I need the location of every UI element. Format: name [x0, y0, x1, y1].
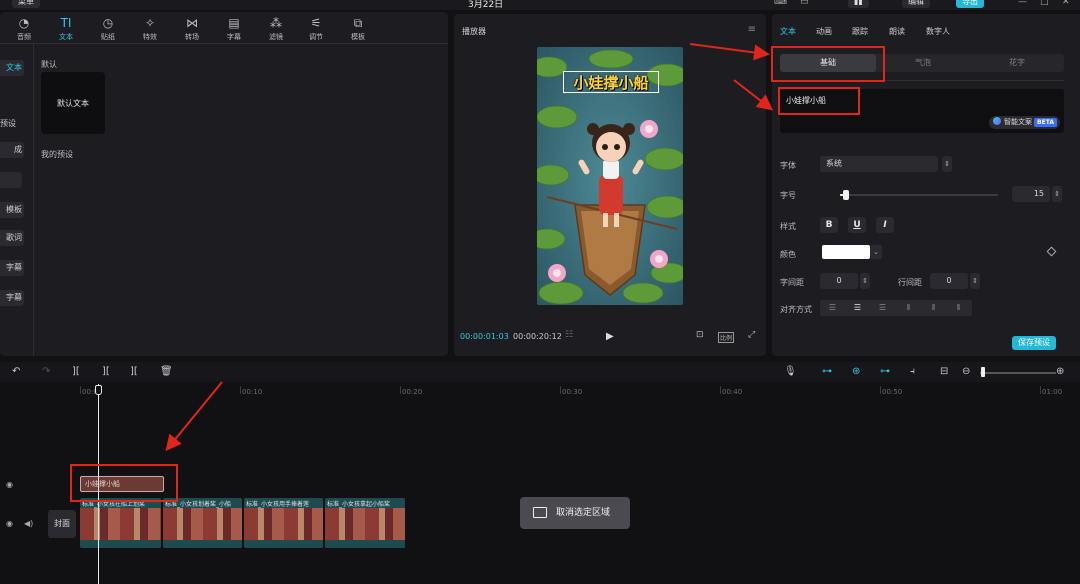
annotation-arrow — [733, 79, 774, 111]
annotation-arrow — [165, 381, 223, 452]
annotation-arrow — [689, 43, 770, 61]
annotation-arrows — [165, 43, 774, 452]
